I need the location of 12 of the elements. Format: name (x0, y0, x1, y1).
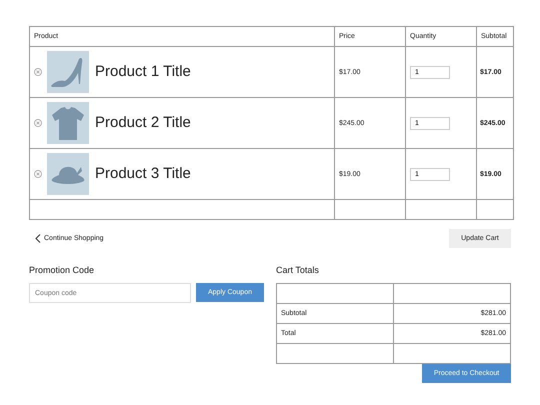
remove-icon[interactable] (34, 170, 42, 178)
shirt-icon (47, 102, 89, 144)
shoe-icon (47, 51, 89, 93)
promotion-heading: Promotion Code (29, 265, 96, 275)
remove-icon[interactable] (34, 119, 42, 127)
hat-icon (47, 153, 89, 195)
cart-totals-heading: Cart Totals (276, 265, 320, 275)
remove-icon[interactable] (34, 68, 42, 76)
chevron-left-icon (35, 234, 41, 243)
product-title[interactable]: Product 2 Title (95, 114, 191, 131)
product-title[interactable]: Product 3 Title (95, 165, 191, 182)
product-title[interactable]: Product 1 Title (95, 63, 191, 80)
